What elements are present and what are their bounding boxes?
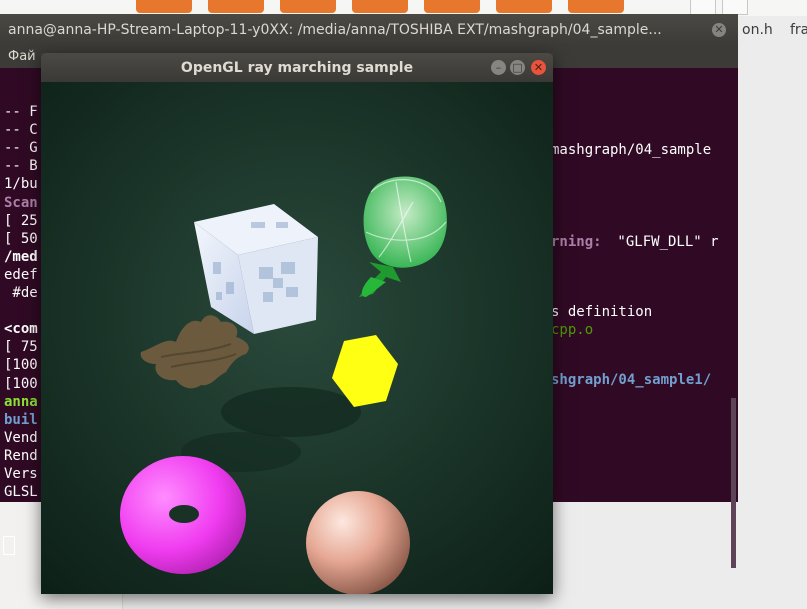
terminal-line: GLSL <box>4 484 38 501</box>
folder-icon[interactable] <box>136 0 192 13</box>
terminal-close-button[interactable]: ✕ <box>712 23 726 37</box>
terminal-title: anna@anna-HP-Stream-Laptop-11-y0XX: /med… <box>8 22 662 38</box>
folder-icon[interactable] <box>424 0 480 13</box>
scene-background <box>41 82 553 594</box>
terminal-line: Rend <box>4 447 38 464</box>
terminal-text: mashgraph/04_sample <box>551 142 712 158</box>
terminal-line: Vers <box>4 466 38 482</box>
terminal-line: -- F <box>4 104 38 120</box>
terminal-line: [ 50 <box>4 230 38 247</box>
terminal-line: Scan <box>4 194 38 211</box>
terminal-line: <com <box>4 321 38 338</box>
terminal-warning-label: rning: <box>551 234 602 250</box>
terminal-line: [100 <box>4 357 38 374</box>
terminal-scrollbar[interactable] <box>731 398 736 568</box>
terminal-line: -- B <box>4 158 38 175</box>
folder-icon[interactable] <box>208 0 264 13</box>
terminal-titlebar[interactable]: anna@anna-HP-Stream-Laptop-11-y0XX: /med… <box>0 14 738 46</box>
terminal-text: s definition <box>551 304 653 320</box>
menu-file[interactable]: Фай <box>8 49 36 64</box>
terminal-line: anna <box>4 393 38 410</box>
terminal-line: -- G <box>4 140 38 157</box>
file-icon[interactable] <box>722 0 748 15</box>
opengl-titlebar[interactable]: OpenGL ray marching sample – □ ✕ <box>41 53 553 82</box>
terminal-line: 1/bu <box>4 176 38 193</box>
terminal-line: [100 <box>4 375 38 392</box>
terminal-line: edef <box>4 266 38 283</box>
terminal-line: #de <box>4 285 38 301</box>
terminal-line: -- C <box>4 122 38 139</box>
folder-icon[interactable] <box>280 0 336 13</box>
terminal-line: buil <box>4 411 38 428</box>
file-label[interactable]: fra <box>790 22 807 38</box>
shadow <box>221 387 361 437</box>
terminal-line: Vend <box>4 429 38 446</box>
pink-torus <box>120 456 246 574</box>
folder-icon[interactable] <box>496 0 552 13</box>
terminal-cursor <box>3 536 15 555</box>
terminal-line: [ 75 <box>4 339 38 356</box>
salmon-sphere <box>306 491 410 594</box>
close-button[interactable]: ✕ <box>531 60 546 75</box>
terminal-line: [ 25 <box>4 212 38 229</box>
minimize-button[interactable]: – <box>491 60 506 75</box>
terminal-text: cpp.o <box>551 322 594 338</box>
maximize-button[interactable]: □ <box>510 60 525 75</box>
opengl-window[interactable]: OpenGL ray marching sample – □ ✕ <box>41 53 553 594</box>
terminal-text: "GLFW_DLL" r <box>609 234 719 250</box>
render-canvas[interactable] <box>41 82 553 594</box>
folder-icon[interactable] <box>568 0 624 13</box>
file-label[interactable]: on.h <box>742 22 773 38</box>
file-icon[interactable] <box>690 0 716 15</box>
window-title: OpenGL ray marching sample <box>180 60 414 76</box>
terminal-line: /med <box>4 248 38 265</box>
terminal-path: shgraph/04_sample1/ <box>551 372 712 388</box>
folder-icon[interactable] <box>352 0 408 13</box>
